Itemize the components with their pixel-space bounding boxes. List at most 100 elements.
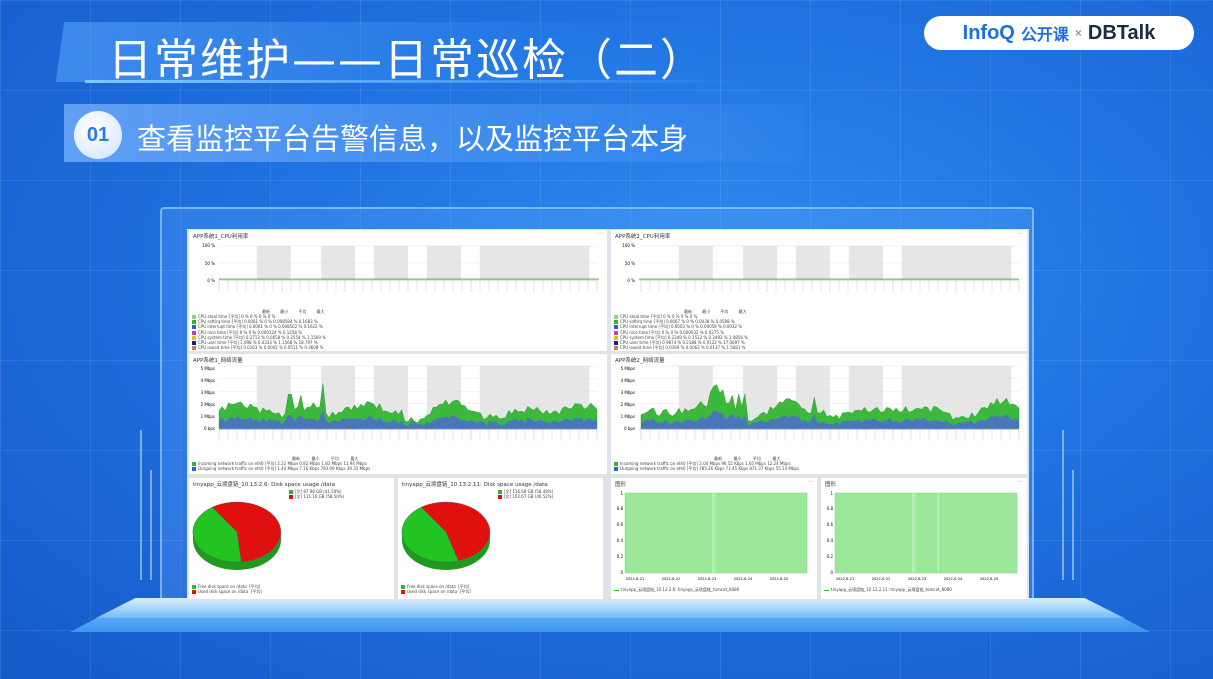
x-tick: 2022-6-21 [626, 577, 645, 581]
cpu-legend: CPU steal time [平均] 0 % 0 % 0 % 0 % CPU … [192, 314, 326, 351]
status-legend: tinyapp_云境盘链_10.13.2.11: tinyapp_云境盘链_to… [824, 587, 952, 592]
y-tick: 1 Mbps [201, 414, 215, 419]
y-tick: 0 [830, 570, 833, 575]
disk-legend-bottom: Free disk space on /data [平均] Used disk … [401, 584, 471, 595]
panel-title: tinyapp_云境盘链_10.13.2.11: Disk space usag… [402, 482, 548, 488]
y-tick: 0.4 [827, 538, 834, 543]
status-legend-label: tinyapp_云境盘链_10.13.2.11: tinyapp_云境盘链_to… [831, 587, 952, 592]
legend-value: 0.0062 % [685, 345, 707, 351]
panel-menu-icon[interactable]: ⋯ [597, 230, 603, 237]
logo-separator: × [1074, 26, 1082, 40]
legend-value: 0.1622 % [303, 324, 323, 330]
x-tick-marks [640, 281, 1020, 292]
x-tick: 2022-6-25 [770, 577, 789, 581]
legend-value: 7.16 Kbps [299, 466, 321, 472]
legend-series-name: Outgoing network traffic on eth0 [198, 466, 265, 472]
decor-line [140, 430, 142, 580]
x-tick: 2022-6-23 [908, 577, 927, 581]
legend-value: 73.45 Kbps [725, 466, 750, 472]
legend-agg: [平均] [264, 466, 278, 472]
y-tick: 4 Mbps [201, 378, 215, 383]
y-tick: 1 [620, 491, 623, 496]
disk-pie-chart-1 [192, 501, 282, 570]
y-tick: 0.8 [827, 506, 834, 511]
hb-x-ticks: 2022-6-21 2022-6-22 2022-6-23 2022-6-24 … [626, 577, 789, 581]
legend-agg: [平均] [230, 345, 244, 351]
legend-value: 0.0137 % [706, 345, 727, 351]
y-tick: 3 Mbps [201, 390, 215, 395]
y-tick: 50 % [625, 261, 635, 266]
y-tick: 0.4 [617, 538, 624, 543]
step-number-badge: 01 [74, 111, 122, 159]
title-underline [85, 80, 745, 83]
y-tick: 1 Mbps [621, 414, 635, 419]
cpu-y-ticks: 100 % 50 % 0 % [202, 243, 215, 283]
y-tick: 0.2 [617, 554, 624, 559]
panel-title: tinyapp_云境盘链_10.13.2.6: Disk space usage… [193, 482, 336, 488]
x-tick-marks [218, 430, 598, 441]
network-panel-2: APP系统2_网络流量 5 Mbps 4 Mbps 3 Mbps 2 Mbps … [611, 354, 1027, 474]
agg-label: [平均] [459, 589, 471, 595]
status-fill [624, 492, 808, 574]
hb-y-ticks: 1 0.8 0.6 0.4 0.2 0 [617, 491, 624, 575]
hb-y-ticks: 1 0.8 0.6 0.4 0.2 0 [827, 491, 834, 575]
decor-line [1062, 430, 1064, 580]
legend-value: 793.09 Kbps [320, 466, 347, 472]
status-chart-2: 1 0.8 0.6 0.4 0.2 0 2022-6-21 2022-6-22 … [827, 491, 1018, 581]
cpu-y-ticks: 100 % 50 % 0 % [622, 243, 635, 283]
cpu-chart-1: 100 % 50 % 0 % [202, 243, 599, 292]
x-tick: 2022-6-25 [980, 577, 999, 581]
legend-value: 0.0032 % [723, 324, 743, 330]
y-tick: 5 Mbps [621, 366, 635, 371]
panel-menu-icon[interactable]: ⋯ [1017, 478, 1023, 485]
subtitle: 查看监控平台告警信息，以及监控平台本身 [137, 122, 689, 156]
status-legend: tinyapp_云境盘链_10.13.2.6: tinyapp_云境盘链_tom… [614, 587, 739, 592]
network-chart-1: 5 Mbps 4 Mbps 3 Mbps 2 Mbps 1 Mbps 0 bps [201, 365, 598, 441]
y-tick: 0 % [207, 278, 215, 283]
legend-row: Outgoing network traffic on eth0 [平均] 78… [614, 466, 799, 472]
status-panel-2: 图形 ⋯ 1 0.8 0.6 0.4 0.2 0 2022-6-21 2022-… [821, 478, 1027, 599]
disk-panel-1: tinyapp_云境盘链_10.13.2.6: Disk space usage… [189, 478, 394, 599]
legend-series-name: Outgoing network traffic on eth0 [620, 466, 687, 472]
gongkaike-logo: 公开课 [1020, 27, 1069, 44]
legend-agg: [平均] [686, 466, 700, 472]
y-tick: 4 Mbps [621, 378, 635, 383]
network-legend: Incoming network traffic on eth0 [平均] 2.… [614, 461, 799, 472]
panel-menu-icon[interactable]: ⋯ [1017, 230, 1023, 237]
y-tick: 0.6 [827, 522, 834, 527]
legend-value: 871.37 Kbps [749, 466, 776, 472]
x-tick: 2022-6-22 [662, 577, 681, 581]
x-tick: 2022-6-23 [698, 577, 717, 581]
y-tick: 0 bps [204, 426, 215, 431]
network-legend: Incoming network traffic on eth0 [平均] 2.… [192, 461, 370, 472]
disk-legend-bottom: Free disk space on /data [平均] Used disk … [192, 584, 262, 595]
network-chart-2: 5 Mbps 4 Mbps 3 Mbps 2 Mbps 1 Mbps 0 bps [621, 365, 1020, 441]
legend-series-name: CPU iowait time [198, 345, 231, 351]
y-tick: 2 Mbps [621, 402, 635, 407]
x-tick: 2022-6-24 [734, 577, 753, 581]
legend-series-name: CPU iowait time [620, 345, 653, 351]
sponsor-logo: InfoQ 公开课 × DBTalk [924, 16, 1194, 50]
y-tick: 1 [830, 491, 833, 496]
y-tick: 0.6 [617, 522, 624, 527]
panel-menu-icon[interactable]: ⋯ [807, 478, 813, 485]
night-shading [219, 245, 597, 281]
decor-line [1072, 470, 1074, 580]
legend-row: Outgoing network traffic on eth0 [平均] 1.… [192, 466, 370, 472]
y-tick: 100 % [622, 243, 635, 248]
cpu-panel-2: APP系统2_CPU利用率 ⋯ 100 % 50 % 0 % 最新 最小 平均 [611, 230, 1027, 351]
cpu-legend: CPU steal time [平均] 0 % 0 % 0 % 0 % CPU … [614, 314, 748, 351]
disk-panel-2: tinyapp_云境盘链_10.13.2.11: Disk space usag… [398, 478, 603, 599]
y-tick: 0 bps [624, 426, 635, 431]
used-space-label: Used disk space on /data [198, 589, 249, 595]
legend-value: 0.0002 % [263, 345, 285, 351]
legend-row: CPU iowait time [平均] 0.0163 % 0.0002 % 0… [192, 345, 326, 351]
cpu-panel-1: APP系统1_CPU利用率 ⋯ 100 % 50 % 0 % 最新 最小 平均 [189, 230, 607, 351]
decor-line [150, 470, 152, 580]
agg-label: [平均] [250, 589, 262, 595]
legend-value: 785.26 Kbps [699, 466, 726, 472]
y-tick: 0 % [627, 278, 635, 283]
y-tick: 0 [620, 570, 623, 575]
legend-value: 0.3608 % [304, 345, 324, 351]
net-y-ticks: 5 Mbps 4 Mbps 3 Mbps 2 Mbps 1 Mbps 0 bps [621, 366, 635, 431]
